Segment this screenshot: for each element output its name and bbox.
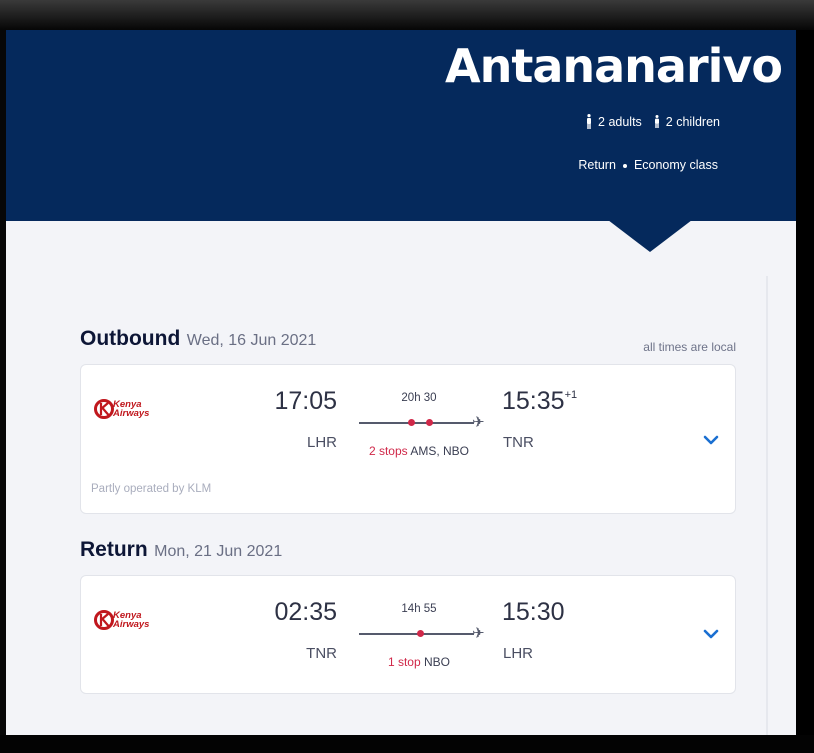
stops-count: 1 stop xyxy=(387,655,421,669)
trip-type: Return xyxy=(578,158,616,172)
cabin-class: Economy class xyxy=(633,158,718,172)
chevron-down-icon[interactable] xyxy=(703,629,719,639)
children-count: 2 children xyxy=(665,114,720,129)
plane-icon: ✈ xyxy=(472,625,485,642)
chevron-down-icon[interactable] xyxy=(703,435,719,445)
adults-count: 2 adults xyxy=(598,114,642,129)
outbound-heading: Outbound Wed, 16 Jun 2021 xyxy=(80,327,316,351)
times-local-note: all times are local xyxy=(643,340,736,354)
window-frame-bottom xyxy=(0,735,814,753)
route-line: ✈ xyxy=(359,625,489,642)
stop-marker xyxy=(426,419,433,426)
kenya-airways-logo-icon xyxy=(94,399,114,419)
operated-by-note: Partly operated by KLM xyxy=(91,483,212,495)
trip-summary: Return Economy class xyxy=(578,158,718,172)
stops-info: 2 stops AMS, NBO xyxy=(359,444,479,458)
arrival-time: 15:30 xyxy=(502,598,565,626)
destination-header: Antananarivo 2 adults 2 children Return … xyxy=(6,30,796,221)
adult-icon xyxy=(587,114,592,129)
stop-marker xyxy=(408,419,415,426)
return-date: Mon, 21 Jun 2021 xyxy=(154,543,283,560)
flight-summary-panel: Antananarivo 2 adults 2 children Return … xyxy=(6,30,796,735)
return-heading: Return Mon, 21 Jun 2021 xyxy=(80,538,282,562)
child-icon xyxy=(654,115,659,128)
stops-airports: NBO xyxy=(424,655,451,669)
kenya-airways-logo-icon xyxy=(94,610,114,630)
departure-airport: TNR xyxy=(306,645,337,662)
arrival-time: 15:35+1 xyxy=(502,387,578,415)
window-frame-top xyxy=(0,0,814,30)
departure-time: 17:05 xyxy=(274,387,337,415)
airline-logo: Kenya Airways xyxy=(93,398,149,420)
return-label: Return xyxy=(80,538,148,561)
outbound-label: Outbound xyxy=(80,327,181,350)
return-flight-card[interactable]: Kenya Airways 02:35 TNR 14h 55 ✈ 1 stop … xyxy=(80,575,736,694)
airline-name-line2: Airways xyxy=(113,408,150,419)
outbound-flight-card[interactable]: Kenya Airways 17:05 LHR 20h 30 ✈ 2 stops… xyxy=(80,364,736,514)
arrival-airport: LHR xyxy=(503,645,534,662)
stops-count: 2 stops xyxy=(368,444,408,458)
stops-airports: AMS, NBO xyxy=(410,444,470,458)
route-line: ✈ xyxy=(359,414,489,431)
passenger-summary: 2 adults 2 children xyxy=(586,114,720,129)
arrival-airport: TNR xyxy=(503,434,534,451)
destination-title: Antananarivo xyxy=(445,39,783,93)
header-pointer xyxy=(608,220,692,252)
stop-marker xyxy=(417,630,424,637)
flight-duration: 14h 55 xyxy=(401,603,437,615)
side-divider xyxy=(766,276,768,735)
departure-airport: LHR xyxy=(306,434,337,451)
flight-duration: 20h 30 xyxy=(401,392,437,404)
airline-logo: Kenya Airways xyxy=(93,609,149,631)
outbound-date: Wed, 16 Jun 2021 xyxy=(186,332,317,349)
stops-info: 1 stop NBO xyxy=(359,655,479,669)
plane-icon: ✈ xyxy=(472,414,485,431)
separator-dot xyxy=(622,163,627,168)
arrival-day-offset: +1 xyxy=(564,389,578,401)
airline-name-line2: Airways xyxy=(113,619,150,630)
departure-time: 02:35 xyxy=(274,598,337,626)
